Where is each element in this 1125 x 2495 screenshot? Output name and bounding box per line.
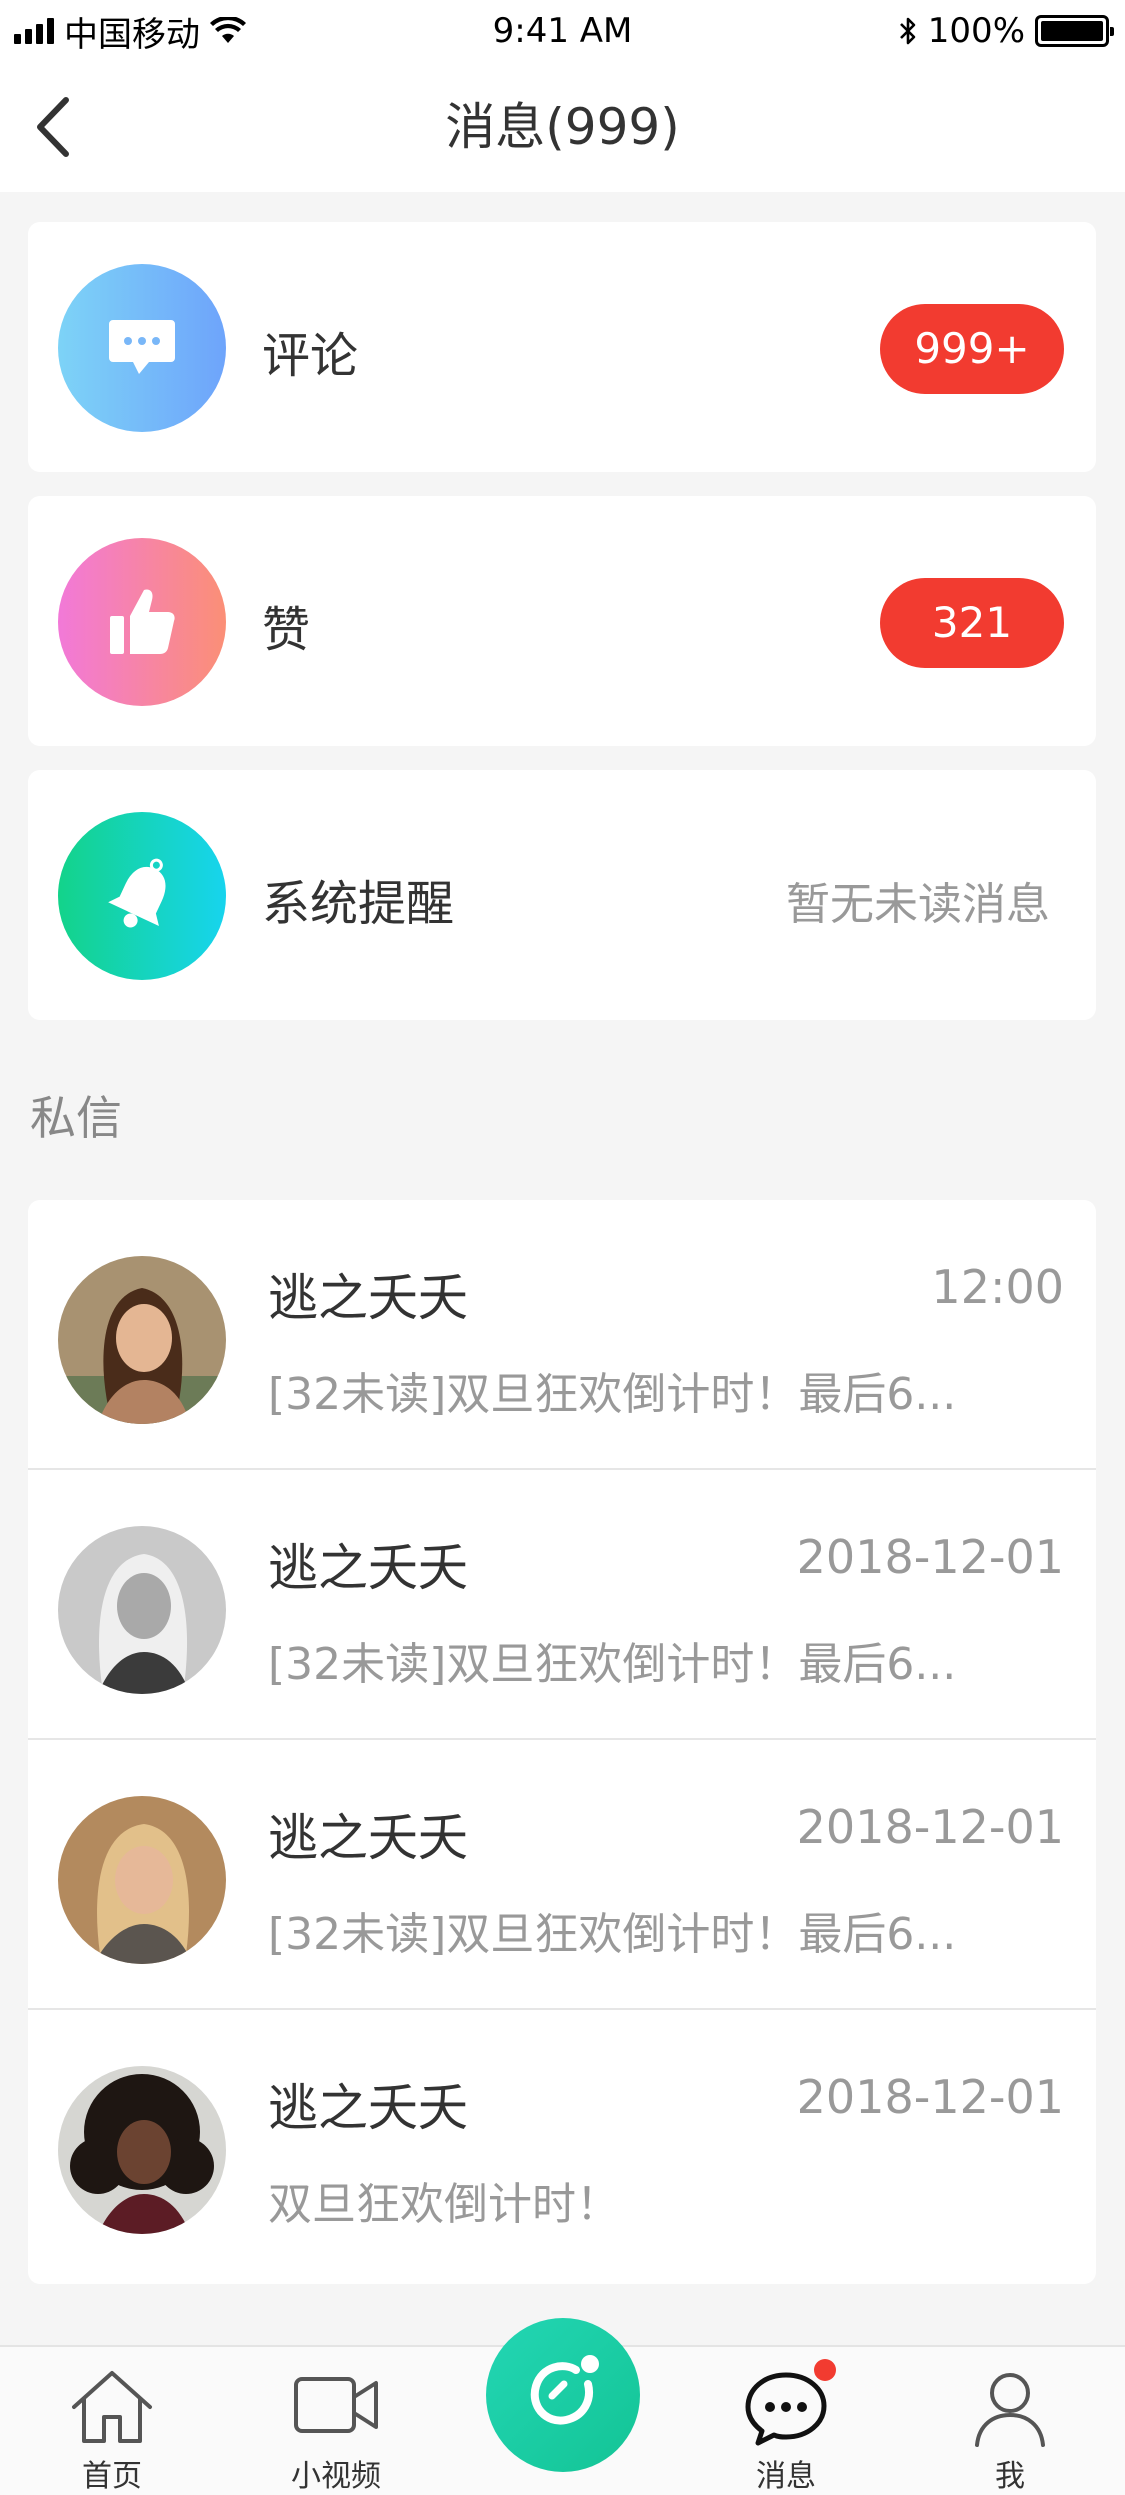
sender-name: 逃之夭夭 [268,1539,468,1597]
center-action-icon [530,2355,599,2425]
tab-home[interactable]: 首页 [22,2347,202,2495]
chat-bubble-icon [745,2372,827,2446]
sender-name: 逃之夭夭 [268,1809,468,1867]
bluetooth-icon [899,17,916,45]
thumbs-up-icon [110,589,175,654]
tab-label: 我 [995,2459,1025,2494]
navigation-bar: 消息(999) [0,64,1125,192]
tab-short-video[interactable]: 小视频 [246,2347,426,2495]
message-preview: [32未读]双旦狂欢倒计时！最后6... [268,1369,957,1420]
unread-dot [814,2359,836,2381]
message-time: 12:00 [931,1260,1064,1314]
video-camera-icon [294,2377,378,2433]
comments-badge: 999+ [880,304,1064,394]
comment-bubble-icon [109,320,175,374]
avatar[interactable] [58,1526,226,1694]
list-item[interactable]: 逃之夭夭 2018-12-01 [32未读]双旦狂欢倒计时！最后6... [28,1740,1096,2010]
comment-icon-circle [58,264,226,432]
status-right: 100% [898,8,1114,54]
private-message-list: 逃之夭夭 12:00 [32未读]双旦狂欢倒计时！最后6... 逃之夭夭 201… [28,1200,1096,2284]
private-messages-heading: 私信 [30,1091,122,1145]
system-reminder-status: 暂无未读消息 [786,879,1050,930]
message-time: 2018-12-01 [796,1530,1064,1584]
message-preview: 双旦狂欢倒计时！ [268,2179,620,2230]
battery-percent: 100% [927,11,1025,51]
message-time: 2018-12-01 [796,1800,1064,1854]
sender-name: 逃之夭夭 [268,1269,468,1327]
system-reminder-entry[interactable]: 系统提醒 暂无未读消息 [28,770,1096,1020]
comments-label: 评论 [262,328,359,384]
avatar[interactable] [58,2066,226,2234]
likes-label: 赞 [262,602,311,658]
message-preview: [32未读]双旦狂欢倒计时！最后6... [268,1909,957,1960]
list-item[interactable]: 逃之夭夭 2018-12-01 双旦狂欢倒计时！ [28,2010,1096,2280]
list-item[interactable]: 逃之夭夭 2018-12-01 [32未读]双旦狂欢倒计时！最后6... [28,1470,1096,1740]
page-title: 消息(999) [445,98,680,156]
user-icon [975,2373,1045,2447]
avatar[interactable] [58,1256,226,1424]
tab-label: 小视频 [291,2459,381,2494]
status-bar: 中国移动 9:41 AM 100% [0,0,1125,64]
tab-messages[interactable]: 消息 [696,2347,876,2495]
like-icon-circle [58,538,226,706]
sender-name: 逃之夭夭 [268,2079,468,2137]
avatar[interactable] [58,1796,226,1964]
list-item[interactable]: 逃之夭夭 12:00 [32未读]双旦狂欢倒计时！最后6... [28,1200,1096,1470]
likes-entry[interactable]: 赞 321 [28,496,1096,746]
message-time: 2018-12-01 [796,2070,1064,2124]
likes-badge: 321 [880,578,1064,668]
tab-label: 消息 [756,2459,816,2494]
tab-label: 首页 [82,2459,142,2494]
bell-icon [108,858,166,928]
comments-entry[interactable]: 评论 999+ [28,222,1096,472]
message-preview: [32未读]双旦狂欢倒计时！最后6... [268,1639,957,1690]
center-action-button[interactable] [486,2318,640,2472]
bell-icon-circle [58,812,226,980]
battery-icon [1035,15,1114,47]
home-icon [72,2371,152,2443]
tab-me[interactable]: 我 [920,2347,1100,2495]
system-reminder-label: 系统提醒 [262,876,455,932]
